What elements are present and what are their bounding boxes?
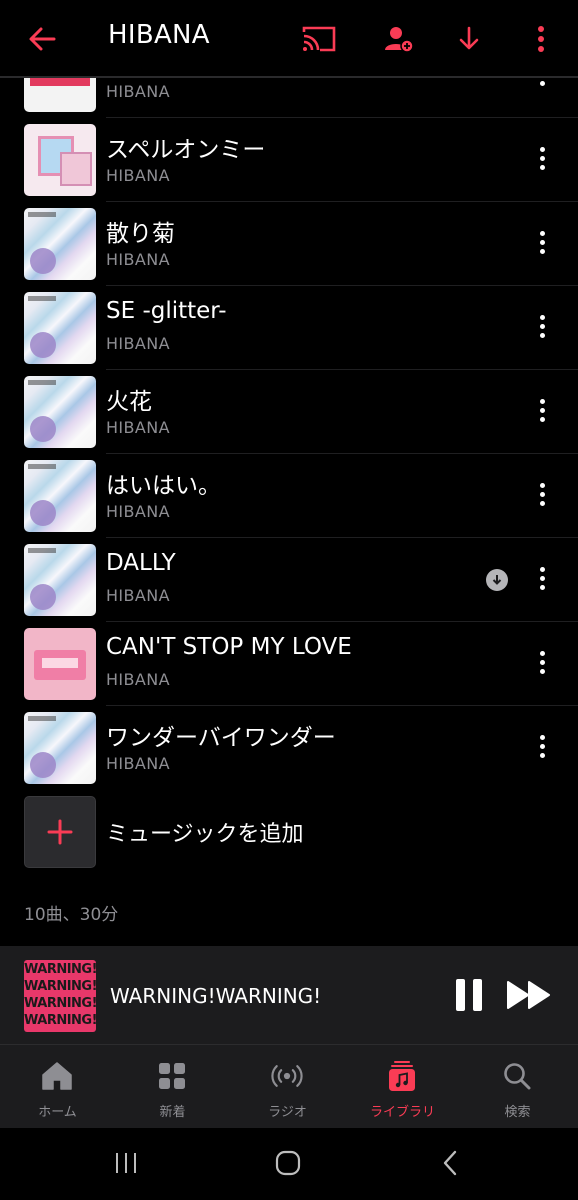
cast-icon[interactable]: [300, 20, 338, 58]
song-title: CAN'T STOP MY LOVE: [106, 634, 352, 660]
song-artist: HIBANA: [106, 670, 170, 689]
home-icon: [40, 1059, 74, 1093]
top-app-bar: HIBANA: [0, 0, 578, 78]
add-music-row[interactable]: ミュージックを追加: [0, 792, 578, 870]
add-follower-icon[interactable]: [380, 20, 418, 58]
library-icon: [385, 1059, 419, 1093]
more-options-icon[interactable]: [532, 480, 552, 512]
song-title: スペルオンミー: [106, 137, 266, 163]
album-art: [24, 208, 96, 280]
album-art: [24, 292, 96, 364]
fast-forward-icon[interactable]: [506, 980, 554, 1010]
song-artist: HIBANA: [106, 334, 170, 353]
back-arrow-icon[interactable]: [26, 22, 60, 56]
song-artist: HIBANA: [106, 502, 170, 521]
song-row[interactable]: CAN'T STOP MY LOVE HIBANA: [0, 622, 578, 706]
album-art: [24, 376, 96, 448]
album-art: [24, 124, 96, 196]
overflow-menu-icon[interactable]: [522, 20, 560, 58]
page-title: HIBANA: [108, 20, 210, 50]
download-icon[interactable]: [450, 20, 488, 58]
album-art: [24, 544, 96, 616]
song-title: DALLY: [106, 550, 176, 576]
more-options-icon[interactable]: [532, 564, 552, 596]
tab-search[interactable]: 検索: [460, 1045, 575, 1129]
more-options-icon[interactable]: [532, 312, 552, 344]
tab-label: 新着: [159, 1105, 186, 1120]
song-row[interactable]: はいはい。 HIBANA: [0, 454, 578, 538]
tab-home[interactable]: ホーム: [0, 1045, 115, 1129]
album-art: [24, 628, 96, 700]
tab-label: ホーム: [38, 1105, 77, 1120]
tab-library[interactable]: ライブラリ: [345, 1045, 460, 1129]
recent-apps-icon[interactable]: [111, 1148, 141, 1178]
mini-player[interactable]: WARNING! WARNING! WARNING! WARNING! WARN…: [0, 946, 578, 1044]
more-options-icon[interactable]: [532, 144, 552, 176]
tab-radio[interactable]: ラジオ: [230, 1045, 345, 1129]
more-options-icon[interactable]: [532, 396, 552, 428]
song-row[interactable]: SE -glitter- HIBANA: [0, 286, 578, 370]
song-artist: HIBANA: [106, 82, 170, 101]
now-playing-art: WARNING! WARNING! WARNING! WARNING!: [24, 960, 96, 1032]
system-navigation-bar: [0, 1128, 578, 1200]
tab-new[interactable]: 新着: [115, 1045, 230, 1129]
tab-label: ラジオ: [268, 1105, 307, 1120]
more-options-icon[interactable]: [532, 732, 552, 764]
song-artist: HIBANA: [106, 250, 170, 269]
grid-icon: [155, 1059, 189, 1093]
song-artist: HIBANA: [106, 586, 170, 605]
radio-icon: [270, 1059, 304, 1093]
back-button-icon[interactable]: [435, 1148, 465, 1178]
downloaded-icon: [486, 569, 508, 591]
tab-label: ライブラリ: [369, 1105, 435, 1120]
song-row[interactable]: 火花 HIBANA: [0, 370, 578, 454]
playlist-summary: 10曲、30分: [24, 905, 119, 925]
pause-icon[interactable]: [456, 979, 484, 1011]
tab-bar: ホーム 新着 ラジオ ライブラリ 検索: [0, 1044, 578, 1128]
song-title: はいはい。: [106, 473, 221, 499]
song-title: ワンダーバイワンダー: [106, 725, 336, 751]
album-art: [24, 712, 96, 784]
add-icon[interactable]: [24, 796, 96, 868]
song-row[interactable]: DALLY HIBANA: [0, 538, 578, 622]
song-artist: HIBANA: [106, 418, 170, 437]
more-options-icon[interactable]: [532, 228, 552, 260]
home-button-icon[interactable]: [273, 1148, 303, 1178]
search-icon: [500, 1059, 534, 1093]
song-row[interactable]: スペルオンミー HIBANA: [0, 118, 578, 202]
more-options-icon[interactable]: [532, 648, 552, 680]
song-title: 散り菊: [106, 221, 175, 247]
song-row[interactable]: ワンダーバイワンダー HIBANA: [0, 706, 578, 790]
song-artist: HIBANA: [106, 754, 170, 773]
song-title: 火花: [106, 389, 152, 415]
now-playing-title: WARNING!WARNING!: [110, 984, 322, 1008]
add-music-label: ミュージックを追加: [106, 822, 304, 847]
song-row[interactable]: 散り菊 HIBANA: [0, 202, 578, 286]
song-artist: HIBANA: [106, 166, 170, 185]
tab-label: 検索: [504, 1105, 531, 1120]
song-title: SE -glitter-: [106, 298, 227, 324]
album-art: [24, 460, 96, 532]
